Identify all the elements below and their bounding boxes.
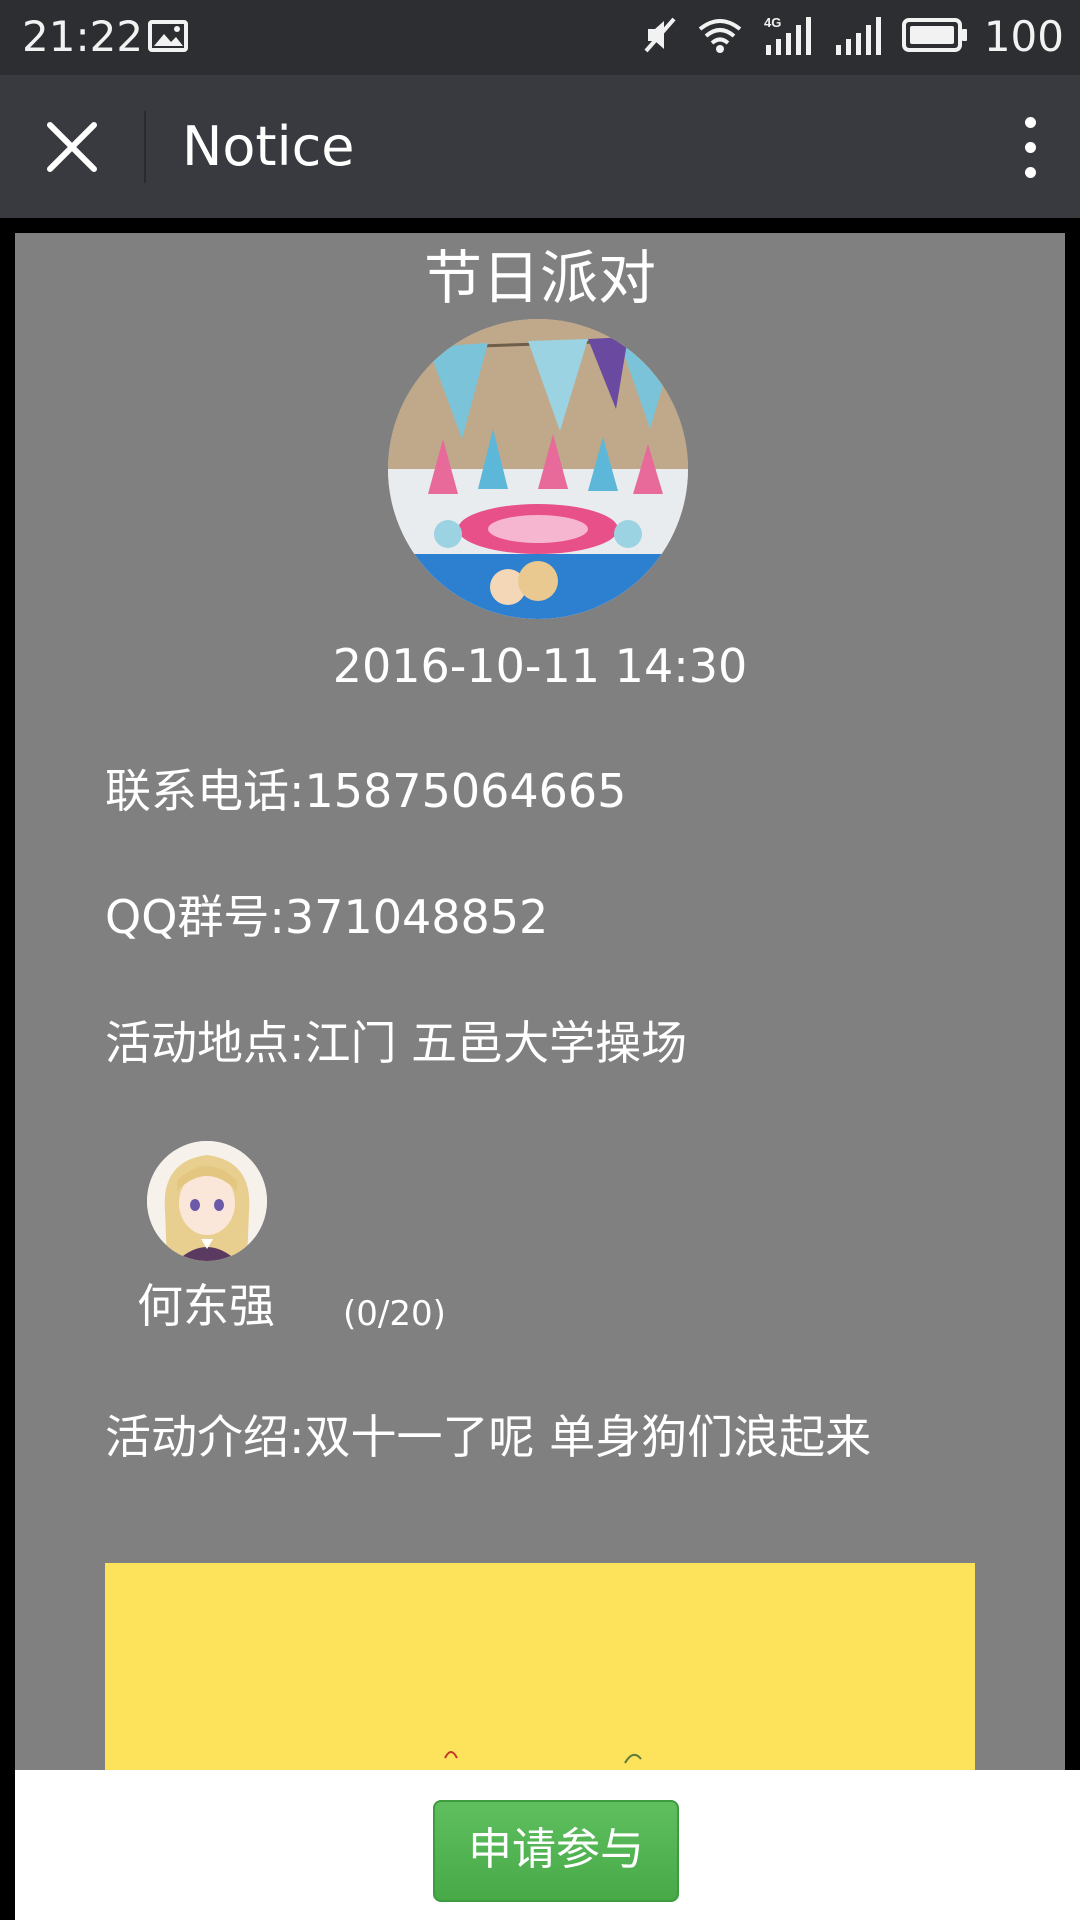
event-image: [388, 319, 688, 619]
status-bar: 21:22 4G 100: [0, 0, 1080, 75]
status-time: 21:22: [22, 12, 144, 61]
contact-phone: 联系电话:15875064665: [105, 764, 627, 818]
event-intro: 活动介绍:双十一了呢 单身狗们浪起来: [105, 1410, 872, 1464]
close-button[interactable]: [32, 111, 112, 183]
battery-icon: [901, 18, 968, 56]
network-type-label: 4G: [764, 15, 781, 30]
qq-group: QQ群号:371048852: [105, 890, 549, 944]
close-icon: [47, 122, 97, 172]
wifi-icon: [696, 15, 744, 59]
event-datetime: 2016-10-11 14:30: [332, 639, 748, 693]
event-location: 活动地点:江门 五邑大学操场: [105, 1016, 688, 1070]
avatar[interactable]: [147, 1141, 267, 1261]
status-icons: 4G 100: [624, 12, 1064, 62]
image-icon: [148, 20, 188, 56]
more-vertical-icon[interactable]: [1000, 103, 1060, 191]
appbar-divider: [144, 111, 146, 183]
battery-level: 100: [983, 12, 1064, 61]
apply-button[interactable]: 申请参与: [433, 1800, 679, 1902]
event-title: 节日派对: [423, 244, 656, 312]
intro-image: [105, 1563, 975, 1773]
event-content[interactable]: 节日派对 2016-10-11 14:30 联系电话:15875064665 Q…: [15, 233, 1065, 1773]
participants-count: (0/20): [343, 1294, 446, 1334]
mute-icon: [642, 15, 678, 59]
organizer-name: 何东强: [137, 1279, 275, 1333]
signal-icon: [832, 13, 884, 61]
page-title: Notice: [182, 115, 355, 178]
signal-4g-icon: 4G: [762, 13, 814, 61]
bottom-action-bar: 申请参与: [15, 1770, 1080, 1920]
app-bar: Notice: [0, 75, 1080, 218]
